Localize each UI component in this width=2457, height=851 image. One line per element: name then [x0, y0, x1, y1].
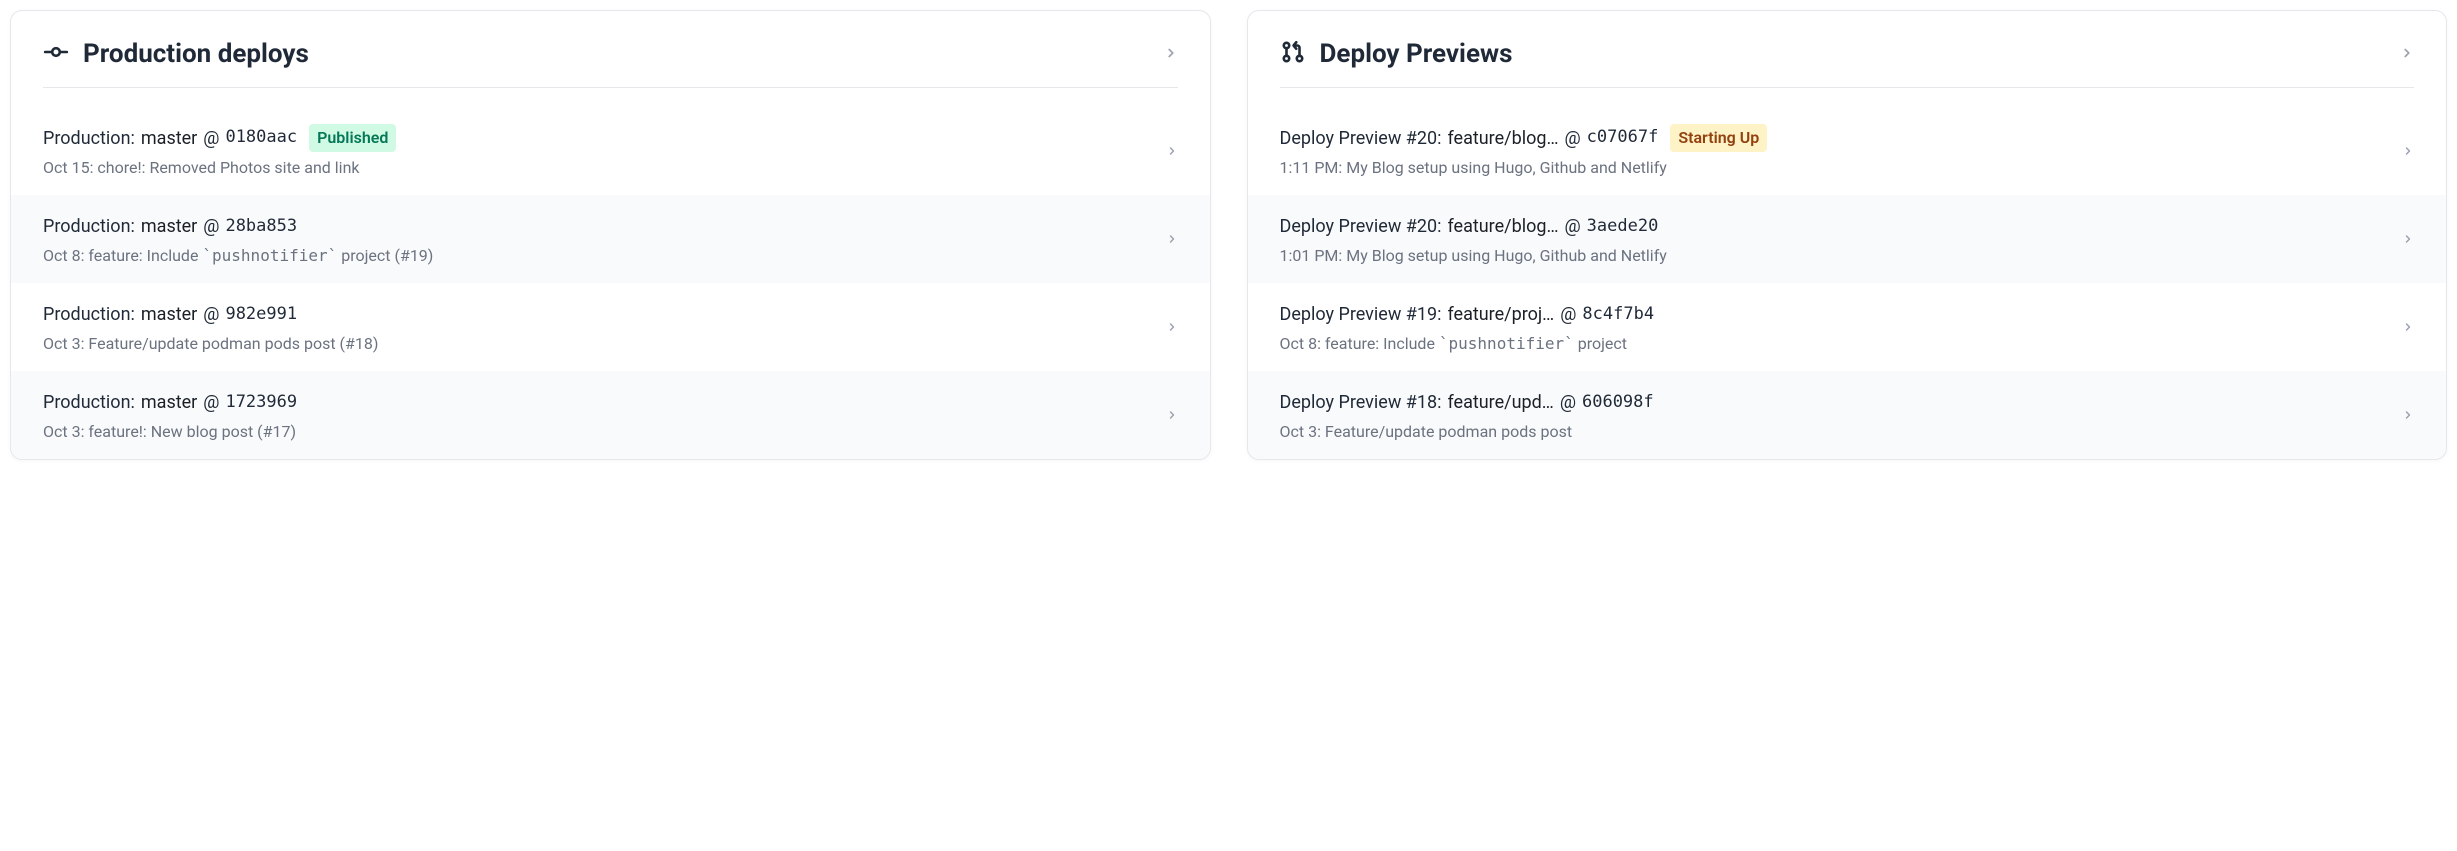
chevron-right-icon[interactable] [2402, 145, 2414, 157]
deploy-row-main: Deploy Preview #20: feature/blog… @3aede… [1280, 213, 2383, 265]
deploy-prefix: Deploy Preview #20: [1280, 125, 1442, 152]
deploy-prefix: Production: [43, 125, 135, 152]
chevron-right-icon[interactable] [1166, 233, 1178, 245]
deploy-subtitle: 1:01 PM: My Blog setup using Hugo, Githu… [1280, 246, 2383, 265]
status-badge: Published [309, 124, 396, 152]
commit-hash: 0180aac [225, 125, 297, 151]
chevron-right-icon[interactable] [2400, 45, 2414, 64]
deploy-title: Deploy Preview #20: feature/blog… @3aede… [1280, 213, 2383, 240]
deploy-title: Production: master @28ba853 [43, 213, 1146, 240]
card-header[interactable]: Production deploys [11, 11, 1210, 87]
chevron-right-icon[interactable] [2402, 321, 2414, 333]
deploy-subtitle: Oct 3: feature!: New blog post (#17) [43, 422, 1146, 441]
commit-hash: 3aede20 [1587, 214, 1659, 240]
card-title: Deploy Previews [1320, 39, 1513, 69]
card-header-left: Deploy Previews [1280, 39, 1513, 69]
deploy-row-main: Production: master @0180aac Published Oc… [43, 124, 1146, 177]
chevron-right-icon[interactable] [1164, 45, 1178, 64]
deploy-subtitle: Oct 8: feature: Include `pushnotifier` p… [43, 246, 1146, 265]
deploy-row-main: Production: master @1723969 Oct 3: featu… [43, 389, 1146, 441]
at-sign: @ [203, 213, 219, 240]
deploy-row-main: Deploy Preview #19: feature/proj… @8c4f7… [1280, 301, 2383, 353]
deploy-subtitle: 1:11 PM: My Blog setup using Hugo, Githu… [1280, 158, 2383, 177]
card-header[interactable]: Deploy Previews [1248, 11, 2447, 87]
branch-name: feature/proj… [1447, 301, 1554, 328]
git-pull-request-icon [1280, 39, 1306, 69]
deploy-previews-card: Deploy Previews Deploy Preview #20: feat… [1247, 10, 2448, 460]
deploy-subtitle: Oct 8: feature: Include `pushnotifier` p… [1280, 334, 2383, 353]
deploy-title: Deploy Preview #18: feature/upd… @606098… [1280, 389, 2383, 416]
deploy-row[interactable]: Deploy Preview #20: feature/blog… @3aede… [1248, 195, 2447, 283]
at-sign: @ [1564, 213, 1580, 240]
deploy-title: Deploy Preview #19: feature/proj… @8c4f7… [1280, 301, 2383, 328]
at-sign: @ [203, 125, 219, 152]
deploy-row-main: Production: master @982e991 Oct 3: Featu… [43, 301, 1146, 353]
deploy-title: Deploy Preview #20: feature/blog… @ c0706… [1280, 124, 2383, 152]
card-title: Production deploys [83, 39, 309, 69]
preview-list: Deploy Preview #20: feature/blog… @ c0706… [1248, 88, 2447, 459]
deploy-title: Production: master @0180aac Published [43, 124, 1146, 152]
at-sign: @ [1564, 125, 1580, 152]
at-sign: @ [203, 301, 219, 328]
deploy-row-main: Deploy Preview #20: feature/blog… @ c0706… [1280, 124, 2383, 177]
branch-name: master [141, 301, 197, 328]
commit-hash: 982e991 [225, 302, 297, 328]
deploy-subtitle: Oct 3: Feature/update podman pods post [1280, 422, 2383, 441]
commit-hash: c07067f [1587, 125, 1659, 151]
branch-name: master [141, 125, 197, 152]
branch-name: master [141, 389, 197, 416]
at-sign: @ [203, 389, 219, 416]
chevron-right-icon[interactable] [1166, 145, 1178, 157]
deploy-list: Production: master @0180aac Published Oc… [11, 88, 1210, 459]
deploy-prefix: Deploy Preview #19: [1280, 301, 1442, 328]
card-header-left: Production deploys [43, 39, 309, 69]
chevron-right-icon[interactable] [2402, 233, 2414, 245]
deploy-prefix: Production: [43, 389, 135, 416]
chevron-right-icon[interactable] [1166, 321, 1178, 333]
deploy-row[interactable]: Deploy Preview #20: feature/blog… @ c0706… [1248, 106, 2447, 195]
git-commit-icon [43, 39, 69, 69]
production-deploys-card: Production deploys Production: master @0… [10, 10, 1211, 460]
deploy-prefix: Deploy Preview #20: [1280, 213, 1442, 240]
commit-hash: 606098f [1582, 390, 1654, 416]
deploy-row-main: Production: master @28ba853 Oct 8: featu… [43, 213, 1146, 265]
deploy-row[interactable]: Production: master @1723969 Oct 3: featu… [11, 371, 1210, 459]
deploy-row[interactable]: Deploy Preview #19: feature/proj… @8c4f7… [1248, 283, 2447, 371]
commit-hash: 1723969 [225, 390, 297, 416]
branch-name: feature/upd… [1447, 389, 1553, 416]
branch-name: master [141, 213, 197, 240]
branch-name: feature/blog… [1447, 125, 1558, 152]
status-badge: Starting Up [1670, 124, 1767, 152]
branch-name: feature/blog… [1447, 213, 1558, 240]
deploy-prefix: Production: [43, 301, 135, 328]
chevron-right-icon[interactable] [2402, 409, 2414, 421]
deploy-row[interactable]: Deploy Preview #18: feature/upd… @606098… [1248, 371, 2447, 459]
deploy-prefix: Production: [43, 213, 135, 240]
deploy-title: Production: master @982e991 [43, 301, 1146, 328]
deploy-subtitle: Oct 15: chore!: Removed Photos site and … [43, 158, 1146, 177]
commit-hash: 28ba853 [225, 214, 297, 240]
deploy-title: Production: master @1723969 [43, 389, 1146, 416]
at-sign: @ [1560, 301, 1576, 328]
deploy-row-main: Deploy Preview #18: feature/upd… @606098… [1280, 389, 2383, 441]
deploy-row[interactable]: Production: master @0180aac Published Oc… [11, 106, 1210, 195]
commit-hash: 8c4f7b4 [1582, 302, 1654, 328]
deploy-prefix: Deploy Preview #18: [1280, 389, 1442, 416]
deploy-subtitle: Oct 3: Feature/update podman pods post (… [43, 334, 1146, 353]
deploy-row[interactable]: Production: master @28ba853 Oct 8: featu… [11, 195, 1210, 283]
chevron-right-icon[interactable] [1166, 409, 1178, 421]
at-sign: @ [1560, 389, 1576, 416]
deploy-row[interactable]: Production: master @982e991 Oct 3: Featu… [11, 283, 1210, 371]
